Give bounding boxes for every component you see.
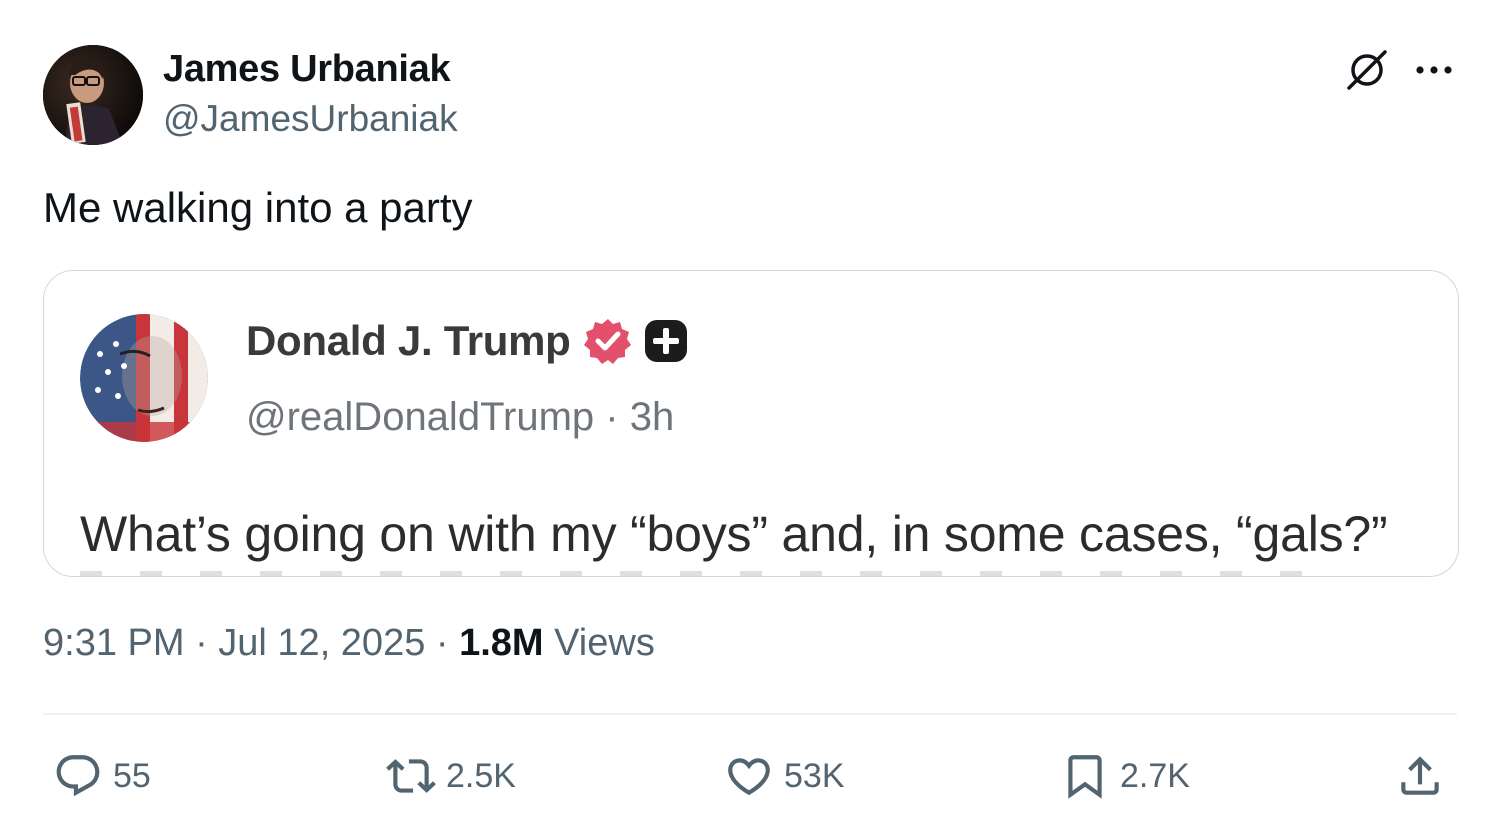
like-count: 53K	[784, 756, 845, 795]
tweet-text: Me walking into a party	[43, 184, 473, 231]
timestamp[interactable]: 9:31 PM · Jul 12, 2025 ·	[43, 622, 459, 664]
bookmark-icon	[1068, 755, 1102, 799]
bookmark-count: 2.7K	[1120, 756, 1190, 795]
quoted-post-card[interactable]: Donald J. Trump @realDonaldTrump · 3h Wh…	[43, 270, 1459, 577]
author-avatar[interactable]	[43, 45, 143, 145]
repost-count: 2.5K	[446, 756, 516, 795]
tweet-detail: James Urbaniak @JamesUrbaniak Me walking…	[0, 0, 1500, 832]
reply-icon	[56, 755, 100, 797]
views-count: 1.8M	[459, 622, 544, 664]
share-icon	[1401, 756, 1439, 795]
quoted-handle-time: @realDonaldTrump · 3h	[246, 395, 675, 439]
more-icon[interactable]	[1412, 50, 1456, 90]
quoted-name[interactable]: Donald J. Trump	[246, 317, 571, 365]
like-icon	[728, 758, 770, 796]
divider	[43, 713, 1457, 715]
quoted-text-cutoff	[80, 571, 1320, 576]
verified-badge-icon	[583, 316, 633, 366]
quoted-text: What’s going on with my “boys” and, in s…	[80, 506, 1388, 562]
views-label: Views	[543, 622, 655, 664]
repost-icon	[386, 759, 436, 793]
repost-button[interactable]: 2.5K	[386, 750, 516, 802]
quoted-name-row: Donald J. Trump	[246, 316, 689, 366]
like-button[interactable]: 53K	[724, 750, 845, 802]
grok-icon[interactable]	[1343, 46, 1391, 94]
reply-count: 55	[113, 756, 151, 795]
reply-button[interactable]: 55	[53, 750, 151, 802]
author-name[interactable]: James Urbaniak	[163, 48, 451, 91]
bookmark-button[interactable]: 2.7K	[1060, 750, 1190, 802]
timestamp-row: 9:31 PM · Jul 12, 2025 · 1.8M Views	[43, 622, 655, 665]
quoted-avatar	[80, 314, 208, 442]
plus-badge-icon	[643, 318, 689, 364]
author-handle[interactable]: @JamesUrbaniak	[163, 98, 458, 140]
share-button[interactable]	[1395, 750, 1445, 802]
